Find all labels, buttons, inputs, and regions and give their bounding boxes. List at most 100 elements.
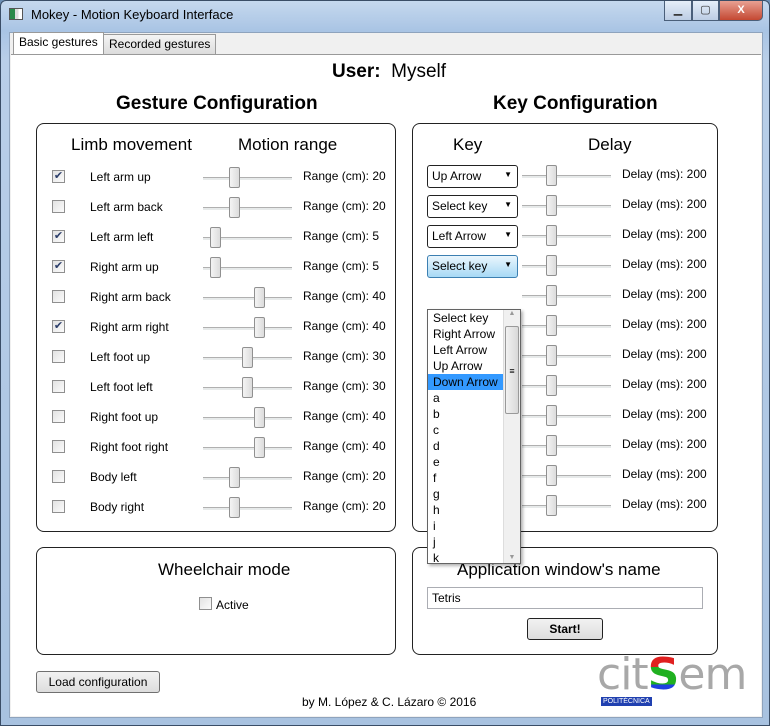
delay-slider-track[interactable] <box>522 385 611 388</box>
range-slider-thumb[interactable] <box>210 227 222 248</box>
dropdown-option[interactable]: a <box>428 390 503 406</box>
scroll-up-icon[interactable]: ▲ <box>504 310 520 317</box>
delay-slider-thumb[interactable] <box>546 195 557 216</box>
dropdown-option[interactable]: j <box>428 534 503 550</box>
range-slider-track[interactable] <box>203 477 292 480</box>
dropdown-option[interactable]: Down Arrow <box>428 374 503 390</box>
wheelchair-active-checkbox[interactable] <box>199 597 212 610</box>
dropdown-option[interactable]: e <box>428 454 503 470</box>
key-select[interactable]: Select key ▼ <box>427 195 518 218</box>
delay-slider-thumb[interactable] <box>546 435 557 456</box>
range-slider-thumb[interactable] <box>254 317 266 338</box>
load-configuration-button[interactable]: Load configuration <box>36 671 160 693</box>
minimize-button[interactable]: ▁ <box>664 1 692 21</box>
range-slider-track[interactable] <box>203 447 292 450</box>
range-slider-thumb[interactable] <box>254 287 266 308</box>
tab-basic-gestures[interactable]: Basic gestures <box>13 32 104 54</box>
key-select[interactable]: Up Arrow ▼ <box>427 165 518 188</box>
delay-slider-track[interactable] <box>522 175 611 178</box>
range-slider-track[interactable] <box>203 507 292 510</box>
dropdown-option[interactable]: Right Arrow <box>428 326 503 342</box>
gesture-checkbox[interactable]: ✔ <box>52 170 65 183</box>
delay-slider-track[interactable] <box>522 205 611 208</box>
gesture-label: Right foot up <box>90 410 159 424</box>
tab-recorded-gestures[interactable]: Recorded gestures <box>103 34 217 54</box>
range-slider-thumb[interactable] <box>241 377 253 398</box>
range-slider-thumb[interactable] <box>229 467 241 488</box>
key-select[interactable]: Left Arrow ▼ <box>427 225 518 248</box>
gesture-checkbox[interactable]: ✔ <box>52 260 65 273</box>
delay-slider-thumb[interactable] <box>546 285 557 306</box>
delay-slider-thumb[interactable] <box>546 345 557 366</box>
gesture-checkbox[interactable]: ✔ <box>52 230 65 243</box>
dropdown-option[interactable]: h <box>428 502 503 518</box>
key-dropdown-list[interactable]: Select key Right Arrow Left Arrow Up Arrow D… <box>427 309 521 564</box>
delay-slider-thumb[interactable] <box>546 495 557 516</box>
delay-slider-track[interactable] <box>522 235 611 238</box>
delay-slider-track[interactable] <box>522 265 611 268</box>
gesture-label: Right foot right <box>90 440 169 454</box>
range-slider-track[interactable] <box>203 207 292 210</box>
range-value: Range (cm): 5 <box>303 229 380 243</box>
range-slider-track[interactable] <box>203 297 292 300</box>
dropdown-option[interactable]: b <box>428 406 503 422</box>
range-slider-thumb[interactable] <box>254 437 266 458</box>
range-slider-thumb[interactable] <box>229 497 241 518</box>
range-slider-thumb[interactable] <box>210 257 222 278</box>
dropdown-option[interactable]: g <box>428 486 503 502</box>
gesture-label: Left arm up <box>90 170 151 184</box>
range-slider-thumb[interactable] <box>241 347 253 368</box>
delay-slider-thumb[interactable] <box>546 255 557 276</box>
delay-slider-thumb[interactable] <box>546 465 557 486</box>
delay-slider-thumb[interactable] <box>546 315 557 336</box>
scroll-down-icon[interactable]: ▼ <box>504 554 520 561</box>
gesture-checkbox[interactable] <box>52 290 65 303</box>
motion-range-header: Motion range <box>238 135 338 154</box>
dropdown-scrollbar[interactable]: ▲ ≡ ▼ <box>503 310 520 563</box>
dropdown-option[interactable]: d <box>428 438 503 454</box>
start-button[interactable]: Start! <box>527 618 603 640</box>
delay-slider-track[interactable] <box>522 445 611 448</box>
gesture-checkbox[interactable] <box>52 410 65 423</box>
gesture-checkbox[interactable] <box>52 200 65 213</box>
delay-slider-track[interactable] <box>522 325 611 328</box>
gesture-label: Left arm back <box>90 200 163 214</box>
dropdown-option[interactable]: k <box>428 550 503 563</box>
range-slider-track[interactable] <box>203 177 292 180</box>
gesture-checkbox[interactable] <box>52 470 65 483</box>
range-slider-thumb[interactable] <box>229 167 241 188</box>
range-slider-thumb[interactable] <box>229 197 241 218</box>
delay-slider-track[interactable] <box>522 295 611 298</box>
delay-slider-track[interactable] <box>522 505 611 508</box>
delay-slider-track[interactable] <box>522 415 611 418</box>
delay-slider-thumb[interactable] <box>546 405 557 426</box>
range-slider-track[interactable] <box>203 327 292 330</box>
chevron-down-icon: ▼ <box>504 170 512 179</box>
dropdown-option[interactable]: c <box>428 422 503 438</box>
dropdown-option[interactable]: f <box>428 470 503 486</box>
dropdown-option[interactable]: i <box>428 518 503 534</box>
delay-slider-track[interactable] <box>522 475 611 478</box>
delay-slider-thumb[interactable] <box>546 225 557 246</box>
delay-value: Delay (ms): 200 <box>622 347 707 361</box>
range-slider-track[interactable] <box>203 417 292 420</box>
app-window-name-input[interactable]: Tetris <box>427 587 703 609</box>
gesture-checkbox[interactable] <box>52 380 65 393</box>
scrollbar-thumb[interactable]: ≡ <box>505 326 519 414</box>
range-value: Range (cm): 5 <box>303 259 380 273</box>
key-select[interactable]: Select key ▼ <box>427 255 518 278</box>
dropdown-option[interactable]: Select key <box>428 310 503 326</box>
dropdown-option[interactable]: Left Arrow <box>428 342 503 358</box>
gesture-checkbox[interactable]: ✔ <box>52 320 65 333</box>
gesture-checkbox[interactable] <box>52 440 65 453</box>
maximize-button[interactable]: ▢ <box>692 1 719 21</box>
window-title: Mokey - Motion Keyboard Interface <box>31 7 234 22</box>
gesture-checkbox[interactable] <box>52 500 65 513</box>
gesture-checkbox[interactable] <box>52 350 65 363</box>
delay-slider-track[interactable] <box>522 355 611 358</box>
delay-slider-thumb[interactable] <box>546 165 557 186</box>
dropdown-option[interactable]: Up Arrow <box>428 358 503 374</box>
range-slider-thumb[interactable] <box>254 407 266 428</box>
delay-slider-thumb[interactable] <box>546 375 557 396</box>
close-button[interactable]: X <box>719 1 763 21</box>
